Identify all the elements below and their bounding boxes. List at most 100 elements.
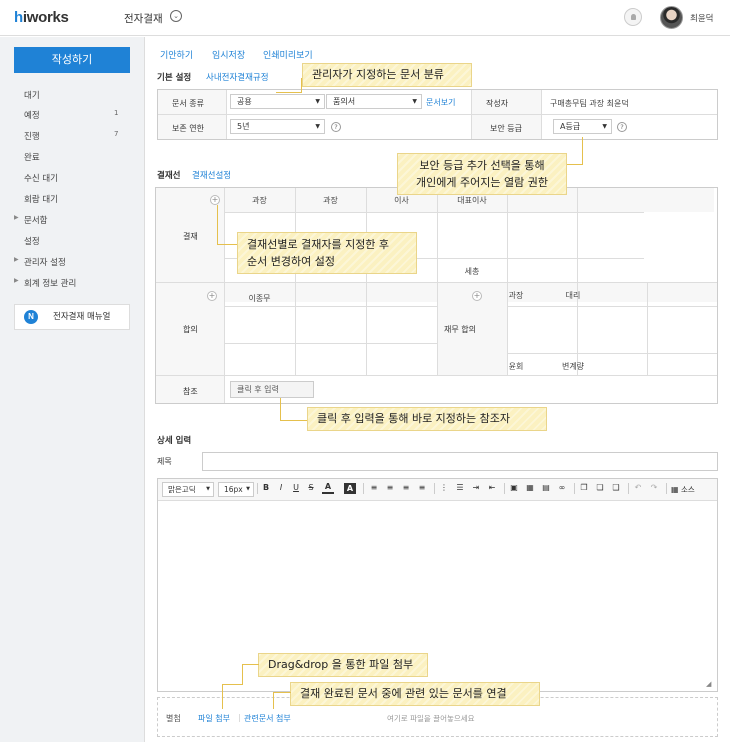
undo-icon[interactable]: ↶ [632,479,644,497]
add-agree-icon[interactable]: + [207,291,217,301]
approval-line-settings-link[interactable]: 결재선설정 [192,169,231,181]
sidebar-item-scheduled[interactable]: 예정 1 [24,109,118,121]
add-approver-icon[interactable]: + [210,195,220,205]
security-value: A등급 [560,122,581,131]
sidebar: 작성하기 대기 예정 1 진행 7 완료 수신 대기 회람 대기 ▶ 문서함 설정 ▶… [0,37,145,742]
row-divider [224,343,437,344]
link-icon[interactable]: ∞ [556,479,568,497]
col-divider [647,282,648,375]
rules-link[interactable]: 사내전자결재규정 [206,71,269,83]
align-right-icon[interactable]: ≡ [400,479,412,497]
callout-line: 개인에게 주어지는 열람 권한 [416,176,548,189]
sidebar-item-in-progress[interactable]: 진행 7 [24,130,118,142]
related-attach-link[interactable]: 관련문서 첨부 [244,713,291,724]
align-justify-icon[interactable]: ≡ [416,479,428,497]
callout-dragdrop: Drag&drop 을 통한 파일 첨부 [258,653,428,677]
redo-icon[interactable]: ↷ [648,479,660,497]
sidebar-item-admin-settings[interactable]: ▶ 관리자 설정 [14,256,66,268]
font-select[interactable]: 맑은고딕 ▼ [162,482,214,497]
row-divider [224,212,644,213]
subject-input[interactable] [202,452,718,471]
toolbar-separator [363,483,364,494]
n-icon: N [24,310,38,324]
form-value: 품의서 [333,97,356,106]
font-size-select[interactable]: 16px ▼ [218,482,254,497]
caret-right-icon: ▶ [14,214,19,221]
sidebar-item-label: 완료 [24,153,40,163]
copy-icon[interactable]: ❐ [578,479,590,497]
temp-save-link[interactable]: 임시저장 [212,48,245,61]
sidebar-item-label: 대기 [24,91,40,101]
sidebar-item-settings[interactable]: 설정 [24,235,40,247]
source-button[interactable]: ▦ 소스 [671,482,697,497]
top-bar: hiworks 전자결재 ⌄ 최윤덕 [0,0,730,36]
bullet-list-icon[interactable]: ☰ [454,479,466,497]
print-preview-link[interactable]: 인쇄미리보기 [263,48,313,61]
approve-position: 대표이사 [457,196,487,205]
col-divider [366,188,367,375]
write-button[interactable]: 작성하기 [14,47,130,73]
bg-color-button[interactable]: A [344,483,356,494]
sidebar-item-receive-pending[interactable]: 수신 대기 [24,172,58,184]
align-center-icon[interactable]: ≡ [384,479,396,497]
toolbar-separator [504,483,505,494]
doc-type-value: 공용 [237,97,252,106]
font-color-button[interactable]: A [322,479,334,494]
caret-down-icon: ▼ [315,123,320,130]
help-icon[interactable]: ? [617,122,627,132]
author-label: 작성자 [486,99,509,108]
row-divider [507,306,717,307]
help-icon[interactable]: ? [331,122,341,132]
chevron-down-icon[interactable]: ⌄ [170,10,182,22]
callout-line: 보안 등급 추가 선택을 통해 [419,159,545,172]
retention-select[interactable]: 5년 ▼ [230,119,325,134]
reference-input[interactable]: 클릭 후 입력 [230,381,314,398]
caret-down-icon: ▼ [206,486,210,492]
bold-button[interactable]: B [260,479,272,497]
drop-hint: 여기로 파일을 끌어놓으세요 [387,714,475,723]
outdent-icon[interactable]: ⇤ [486,479,498,497]
grid-icon[interactable]: ▤ [540,479,552,497]
reference-label: 참조 [183,387,198,396]
user-name[interactable]: 최윤덕 [690,12,713,24]
manual-button[interactable]: N 전자결재 매뉴얼 [14,304,130,330]
paste-icon[interactable]: ❏ [594,479,606,497]
sidebar-item-done[interactable]: 완료 [24,151,40,163]
security-select[interactable]: A등급 ▼ [553,119,612,134]
doc-type-select[interactable]: 공용 ▼ [230,94,325,109]
avatar[interactable] [660,6,683,29]
hiworks-logo[interactable]: hiworks [14,9,69,26]
underline-button[interactable]: U [290,479,302,497]
col-divider [437,188,438,375]
draft-link[interactable]: 기안하기 [160,48,193,61]
source-icon: ▦ [671,485,679,494]
resize-handle[interactable]: ◢ [706,680,711,688]
bell-icon[interactable] [624,8,642,26]
align-left-icon[interactable]: ≡ [368,479,380,497]
sidebar-item-circulation-pending[interactable]: 회람 대기 [24,193,58,205]
ordered-list-icon[interactable]: ⋮ [438,479,450,497]
finance-agree-label: 재무 합의 [444,325,476,334]
approve-label: 결재 [183,232,198,241]
file-attach-link[interactable]: 파일 첨부 [198,713,230,724]
sidebar-item-document-box[interactable]: ▶ 문서함 [14,214,47,226]
strike-button[interactable]: S [305,479,317,497]
sidebar-item-pending[interactable]: 대기 [24,89,40,101]
indent-icon[interactable]: ⇥ [470,479,482,497]
row-divider [507,353,717,354]
caret-down-icon: ▼ [412,98,417,105]
callout-doc-class: 관리자가 지정하는 문서 분류 [302,63,472,87]
callout-connector [276,92,302,93]
italic-button[interactable]: I [275,479,287,497]
sidebar-item-accounting[interactable]: ▶ 회계 정보 관리 [14,277,76,289]
sidebar-item-label: 수신 대기 [24,174,58,184]
doc-view-link[interactable]: 문서보기 [426,97,455,108]
form-select[interactable]: 품의서 ▼ [326,94,422,109]
paste-text-icon[interactable]: ❑ [610,479,622,497]
sidebar-item-label: 회람 대기 [24,195,58,205]
table-icon[interactable]: ▦ [524,479,536,497]
callout-connector [273,692,291,693]
callout-related: 결재 완료된 문서 중에 관련 있는 문서를 연결 [290,682,540,706]
callout-connector [280,398,281,421]
image-icon[interactable]: ▣ [508,479,520,497]
